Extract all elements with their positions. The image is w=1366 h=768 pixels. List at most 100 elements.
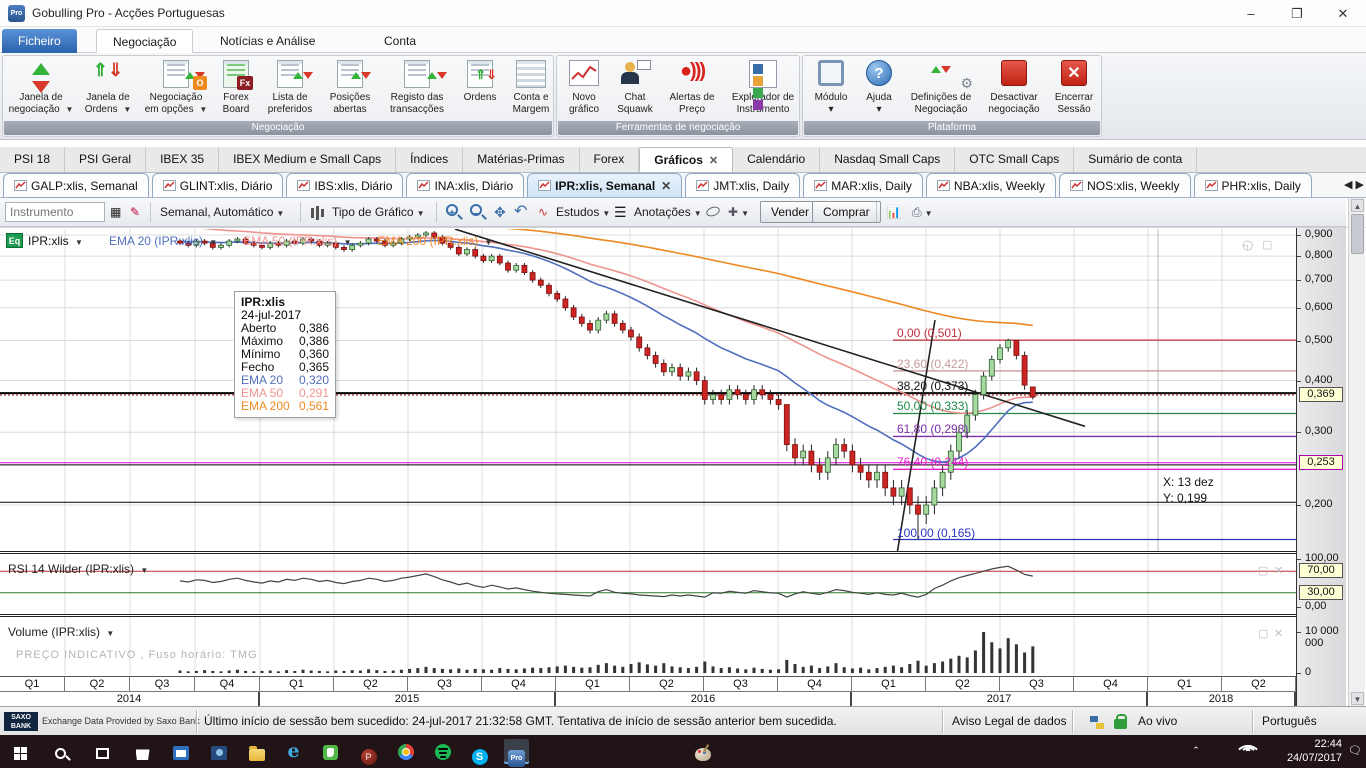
wifi-icon[interactable] (1240, 745, 1256, 757)
ribbon-button-posi-es[interactable]: Posições abertas (321, 58, 379, 122)
time-axis[interactable]: Q1Q2Q3Q42014Q1Q2Q3Q42015Q1Q2Q3Q42016Q1Q2… (0, 676, 1296, 706)
price-chart[interactable] (0, 229, 1296, 551)
volume-label[interactable]: Volume (IPR:xlis) ▼ (8, 625, 114, 639)
ribbon-button-m-dulo[interactable]: Módulo ▾ (805, 58, 857, 122)
ribbon-button-defini-es-de[interactable]: ⚙Definições de Negociação (901, 58, 981, 122)
skype-icon[interactable]: S (467, 739, 492, 764)
workspace-tab-sum-rio-de-conta[interactable]: Sumário de conta (1074, 147, 1197, 172)
instrument-input[interactable] (5, 202, 105, 222)
chart-tab-ina[interactable]: INA:xlis, Diário (406, 173, 524, 197)
buy-button[interactable]: Comprar (812, 201, 881, 223)
undo-icon[interactable]: ↶ (514, 201, 527, 223)
zoom-in-icon[interactable]: + (446, 201, 458, 223)
workspace-tab-mat-rias-primas[interactable]: Matérias-Primas (463, 147, 579, 172)
workspace-tab-otc-small-caps[interactable]: OTC Small Caps (955, 147, 1074, 172)
chart-tab-nba[interactable]: NBA:xlis, Weekly (926, 173, 1056, 197)
rsi-restore-icon[interactable]: ▢ (1258, 564, 1268, 577)
menu-tab-not-cias-e-an-lise[interactable]: Notícias e Análise (204, 29, 331, 53)
chart-tab-galp[interactable]: GALP:xlis, Semanal (3, 173, 149, 197)
rsi-label[interactable]: RSI 14 Wilder (IPR:xlis) ▼ (8, 562, 148, 576)
chart-settings-icon[interactable]: 📊 (886, 201, 901, 223)
ribbon-button-encerrar[interactable]: ✕Encerrar Sessão (1047, 58, 1101, 122)
powerdvd-icon[interactable]: P (356, 739, 381, 764)
ribbon-button-janela-de[interactable]: ⇑⇓Janela de Ordens ▼ (77, 58, 139, 122)
ribbon-button-registo-das[interactable]: Registo das transacções (379, 58, 455, 122)
estudos-dropdown[interactable]: Estudos▼ (556, 201, 610, 223)
chart-wizard-icon[interactable]: ✎ (130, 201, 140, 223)
minimize-button[interactable]: – (1228, 0, 1274, 27)
volume-chart[interactable] (0, 617, 1296, 675)
search-icon[interactable] (48, 739, 73, 764)
volume-close-icon[interactable]: ✕ (1274, 627, 1283, 640)
workspace-tab-forex[interactable]: Forex (580, 147, 640, 172)
ribbon-button-lista-de[interactable]: Lista de preferidos (259, 58, 321, 122)
chart-tab-nos[interactable]: NOS:xlis, Weekly (1059, 173, 1190, 197)
workspace-tab-gr-ficos[interactable]: Gráficos✕ (639, 147, 733, 172)
legend-instrument[interactable]: IPR:xlis ▼ (28, 234, 83, 248)
scroll-down-arrow[interactable]: ▼ (1351, 692, 1364, 705)
chart-tab-phr[interactable]: PHR:xlis, Daily (1194, 173, 1312, 197)
ribbon-button-ajuda[interactable]: ?Ajuda ▾ (857, 58, 901, 122)
chart-tab-jmt[interactable]: JMT:xlis, Daily (685, 173, 800, 197)
pan-icon[interactable]: ✥ (494, 201, 506, 223)
period-dropdown[interactable]: Semanal, Automático▼ (160, 201, 284, 223)
legend-ema50[interactable]: EMA 50 (IPR:xlis) ▼ (243, 234, 351, 248)
connect-app-icon[interactable] (206, 739, 231, 764)
workspace-tab-psi-18[interactable]: PSI 18 (0, 147, 65, 172)
scroll-up-arrow[interactable]: ▲ (1351, 199, 1364, 212)
menu-tab-conta[interactable]: Conta (368, 29, 432, 53)
vertical-scrollbar[interactable]: ▲ ▼ (1348, 198, 1365, 706)
chart-tab-scroll-arrows[interactable]: ◀ ▶ (1344, 178, 1364, 191)
file-explorer-icon[interactable] (244, 739, 269, 764)
rsi-chart[interactable] (0, 554, 1296, 614)
chart-tab-ipr[interactable]: IPR:xlis, Semanal✕ (527, 173, 682, 197)
taskbar-clock[interactable]: 22:44 24/07/2017 (1287, 737, 1342, 765)
workspace-tab-calend-rio[interactable]: Calendário (733, 147, 820, 172)
ribbon-button-desactivar[interactable]: Desactivar negociação (981, 58, 1047, 122)
workspace-tab-ibex-medium-e-small-caps[interactable]: IBEX Medium e Small Caps (219, 147, 396, 172)
chart-timer-icon[interactable]: ◵ (1242, 237, 1253, 253)
menu-tab-ficheiro[interactable]: Ficheiro (2, 29, 77, 53)
ribbon-button-chat[interactable]: Chat Squawk (609, 58, 661, 122)
chart-type-dropdown[interactable]: Tipo de Gráfico▼ (332, 201, 425, 223)
language-selector[interactable]: Português (1262, 714, 1317, 728)
legend-ema200[interactable]: EMA 200 (IPR:xlis) ▼ (378, 234, 493, 248)
price-axis[interactable]: 0,9000,8000,7000,6000,5000,4000,3000,200… (1296, 228, 1346, 706)
chart-tab-mar[interactable]: MAR:xlis, Daily (803, 173, 923, 197)
ellipse-tool-icon[interactable] (706, 201, 720, 223)
task-view-icon[interactable] (90, 739, 115, 764)
legend-ema20[interactable]: EMA 20 (IPR:xlis) ▼ (109, 234, 217, 248)
ribbon-button-alertas-de[interactable]: ●)))Alertas de Preço (661, 58, 723, 122)
store-icon[interactable] (130, 739, 155, 764)
workspace-tab-ibex-35[interactable]: IBEX 35 (146, 147, 219, 172)
tab-close-icon[interactable]: ✕ (709, 155, 718, 167)
legal-notice-link[interactable]: Aviso Legal de dados (952, 714, 1067, 728)
gobulling-pro-icon[interactable]: Pro (504, 739, 529, 764)
chart-tab-ibs[interactable]: IBS:xlis, Diário (286, 173, 403, 197)
workspace-tab-psi-geral[interactable]: PSI Geral (65, 147, 146, 172)
chart-restore-icon[interactable]: ▢ (1262, 238, 1272, 251)
rsi-close-icon[interactable]: ✕ (1274, 564, 1283, 577)
chrome-icon[interactable] (393, 739, 418, 764)
volume-restore-icon[interactable]: ▢ (1258, 627, 1268, 640)
instrument-list-icon[interactable]: ▦ (110, 201, 121, 223)
zoom-out-icon[interactable]: – (470, 201, 482, 223)
crosshair-tool-icon[interactable]: ✚▼ (728, 201, 749, 223)
ribbon-button-forex[interactable]: FxForex Board (213, 58, 259, 122)
chart-tab-glint[interactable]: GLINT:xlis, Diário (152, 173, 284, 197)
action-center-icon[interactable]: 🗨 (1344, 739, 1366, 764)
spotify-icon[interactable] (430, 739, 455, 764)
ribbon-button-conta-e[interactable]: Conta e Margem (505, 58, 557, 122)
paint-icon[interactable] (690, 739, 715, 764)
edge-icon[interactable]: e (281, 739, 306, 764)
ribbon-button-novo[interactable]: Novo gráfico (559, 58, 609, 122)
menu-tab-negocia-o[interactable]: Negociação (96, 29, 193, 53)
ribbon-button-explorador-de[interactable]: Explorador de Instrumento (723, 58, 803, 122)
ribbon-button-janela-de[interactable]: Janela de negociação ▼ (5, 58, 77, 122)
scroll-thumb[interactable] (1351, 214, 1364, 254)
workspace-tab-nasdaq-small-caps[interactable]: Nasdaq Small Caps (820, 147, 955, 172)
maximize-button[interactable]: ❐ (1274, 0, 1320, 27)
start-button[interactable] (8, 739, 33, 764)
evernote-icon[interactable] (318, 739, 343, 764)
tab-close-icon[interactable]: ✕ (661, 179, 671, 193)
